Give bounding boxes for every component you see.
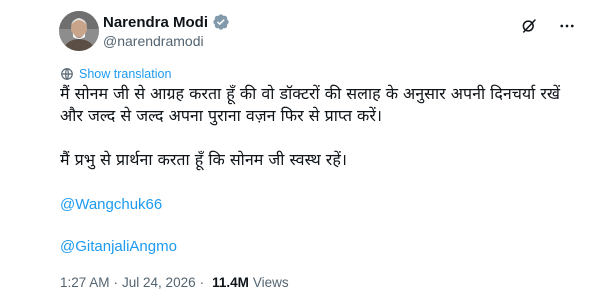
- tweet-text: मैं सोनम जी से आग्रह करता हूँ की वो डॉक्…: [60, 83, 580, 127]
- author-display-name[interactable]: Narendra Modi: [103, 14, 208, 31]
- meta-separator: ·: [113, 275, 119, 290]
- views-label: Views: [252, 275, 289, 290]
- show-translation-link[interactable]: Show translation: [60, 67, 171, 81]
- tweet-text-paragraph: मैं प्रभु से प्रार्थना करता हूँ कि सोनम …: [60, 150, 347, 169]
- mention-link[interactable]: @GitanjaliAngmo: [60, 238, 177, 255]
- verified-badge-icon: [212, 13, 230, 31]
- tweet: Narendra Modi @narendramodi Show transla…: [0, 0, 595, 304]
- tweet-text-line: और जल्द से जल्द अपना पुराना वज़न फिर से …: [60, 106, 382, 125]
- avatar[interactable]: [59, 11, 99, 51]
- show-translation-label: Show translation: [79, 67, 172, 81]
- tweet-date[interactable]: Jul 24, 2026: [122, 275, 196, 290]
- tweet-actions-top: [519, 16, 577, 36]
- tweet-time[interactable]: 1:27 AM: [60, 275, 110, 290]
- meta-separator: ·: [199, 275, 205, 290]
- more-icon[interactable]: [557, 16, 577, 36]
- tweet-text-line: मैं सोनम जी से आग्रह करता हूँ की वो डॉक्…: [60, 84, 560, 103]
- author-name-row: Narendra Modi: [103, 13, 230, 31]
- views-count[interactable]: 11.4M: [212, 275, 249, 290]
- grok-icon[interactable]: [519, 16, 539, 36]
- tweet-meta: 1:27 AM · Jul 24, 2026 · 11.4M Views: [60, 275, 289, 290]
- globe-icon: [60, 67, 74, 81]
- mention-link[interactable]: @Wangchuk66: [60, 196, 162, 213]
- author-handle[interactable]: @narendramodi: [103, 33, 204, 49]
